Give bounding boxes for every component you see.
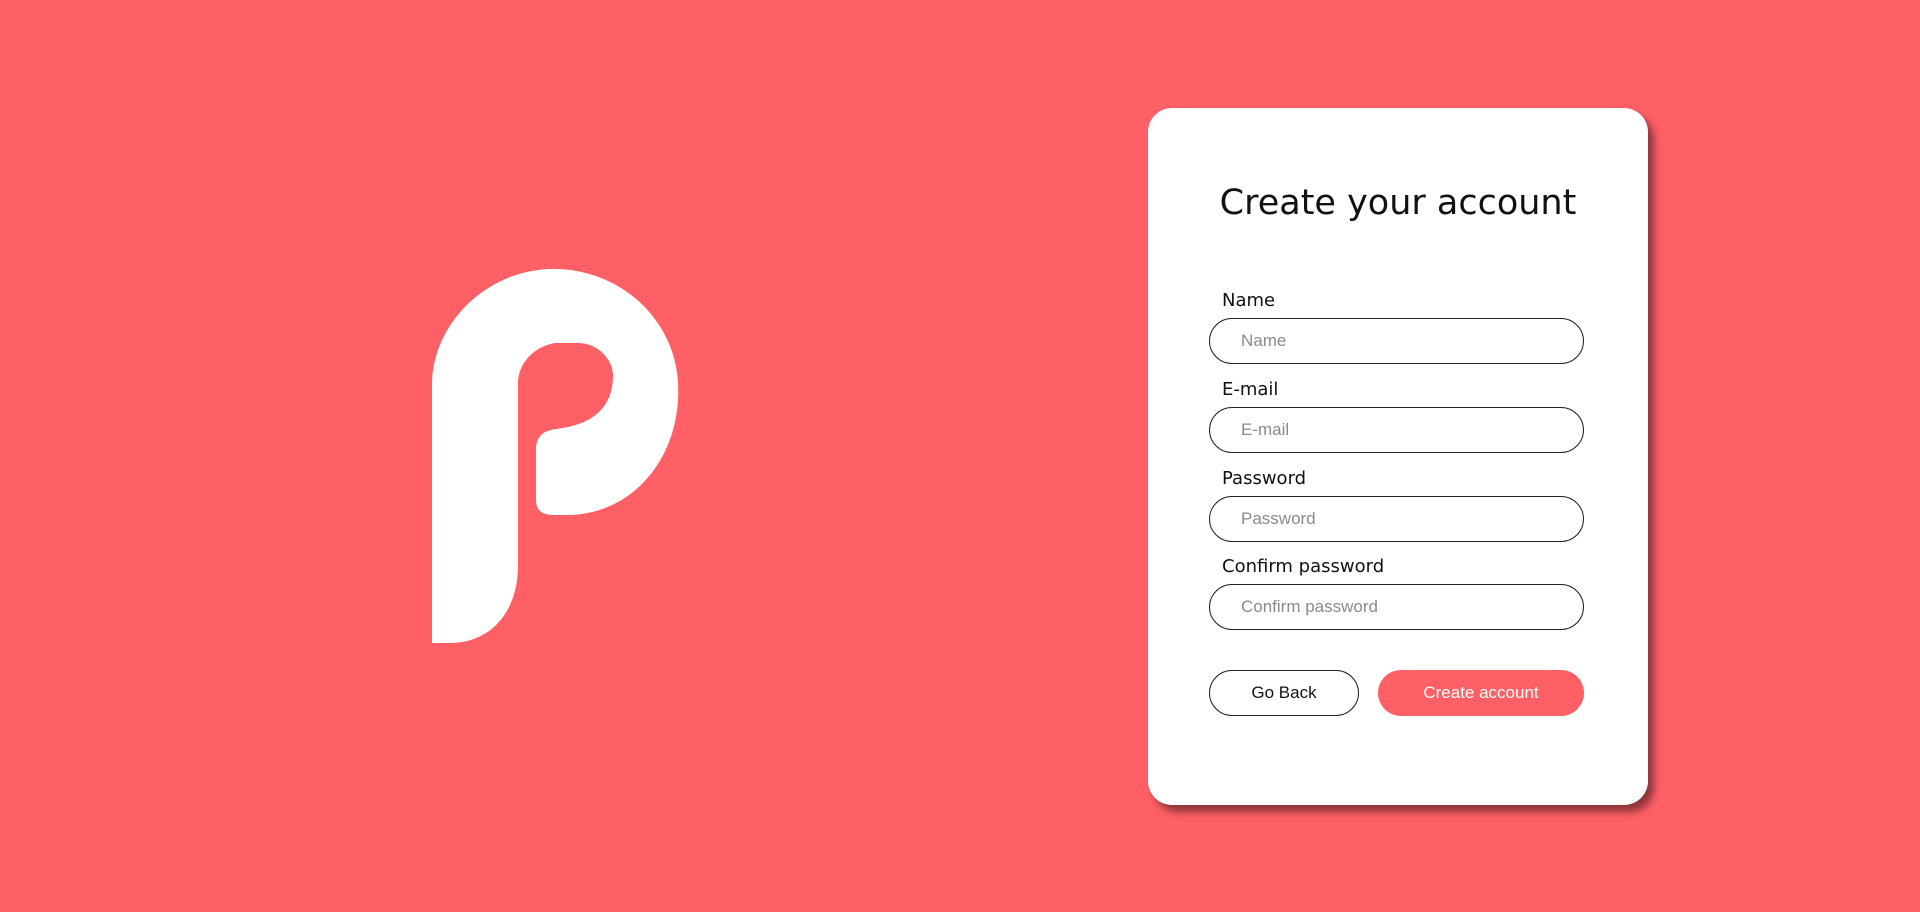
form-actions: Go Back Create account <box>1209 670 1584 716</box>
name-input[interactable] <box>1209 318 1584 364</box>
email-field: E-mail <box>1209 379 1584 453</box>
email-input[interactable] <box>1209 407 1584 453</box>
password-field: Password <box>1209 468 1584 542</box>
logo-shape <box>432 268 679 643</box>
confirm-password-input[interactable] <box>1209 584 1584 630</box>
email-label: E-mail <box>1222 379 1279 400</box>
create-account-button[interactable]: Create account <box>1378 670 1584 716</box>
confirm-password-label: Confirm password <box>1222 556 1385 577</box>
signup-title: Create your account <box>1219 183 1577 223</box>
signup-card: Create your account Name E-mail Password… <box>1148 108 1648 805</box>
name-field: Name <box>1209 290 1584 364</box>
p-letter-logo-icon <box>432 268 679 643</box>
password-input[interactable] <box>1209 496 1584 542</box>
password-label: Password <box>1222 468 1307 489</box>
confirm-password-field: Confirm password <box>1209 556 1584 630</box>
name-label: Name <box>1222 290 1276 311</box>
go-back-button[interactable]: Go Back <box>1209 670 1359 716</box>
